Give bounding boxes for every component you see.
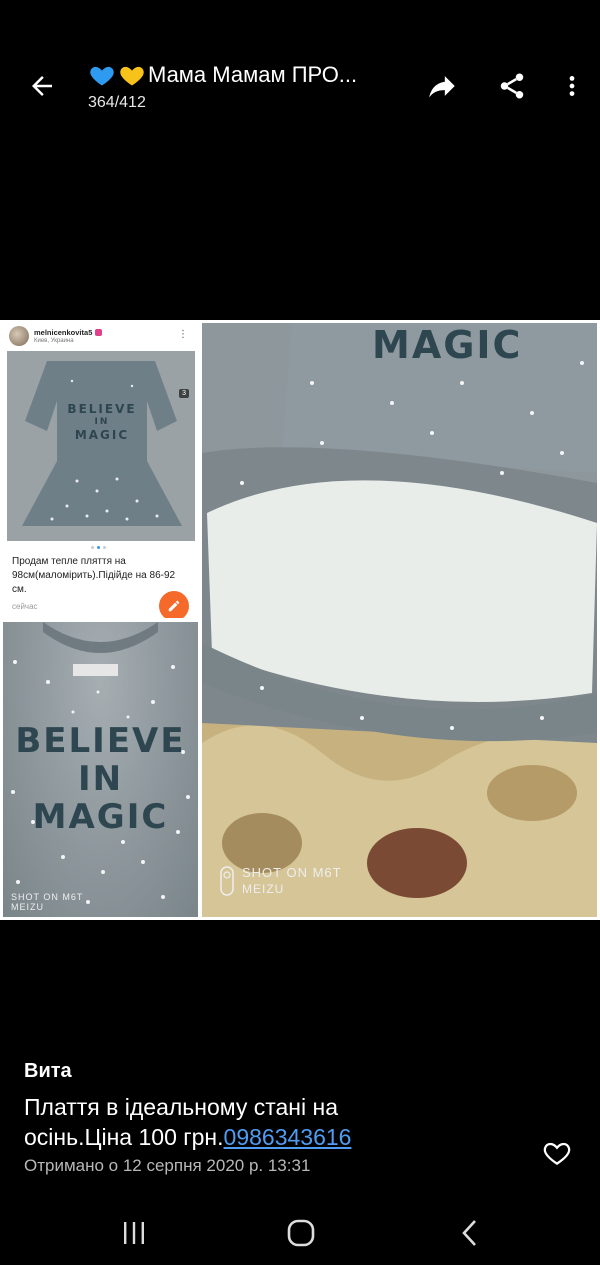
insta-photo: BELIEVE IN MAGIC 3 (7, 351, 195, 541)
shirt-photo: BELIEVE IN MAGIC SHOT ON M6T MEIZU (3, 622, 198, 917)
conversation-title-block[interactable]: Мама Мамам ПРО... 364/412 (88, 58, 408, 112)
share-icon (500, 73, 524, 99)
small-watermark: SHOT ON M6T MEIZU (11, 892, 84, 912)
insta-username: melnicenkovita5 (34, 327, 93, 337)
more-options-button[interactable] (548, 62, 596, 110)
blue-heart-icon (90, 66, 114, 86)
dress-photo-art (7, 351, 195, 541)
shirt-print-text: BELIEVE IN MAGIC (15, 721, 186, 837)
edit-fab (159, 591, 189, 618)
avatar (9, 326, 29, 346)
dress-print-text: MAGIC (372, 323, 523, 367)
insta-location: Киев, Украина (34, 337, 74, 344)
media-counter: 364/412 (88, 94, 146, 111)
home-button[interactable] (271, 1210, 331, 1256)
dress-lining-photo: MAGIC SHOT ON M6T MEIZU (202, 323, 597, 917)
message-text: Плаття в ідеальному стані на осінь.Ціна … (24, 1092, 444, 1152)
top-bar: Мама Мамам ПРО... 364/412 (0, 0, 600, 160)
insta-time: сейчас (12, 602, 38, 611)
pencil-icon (168, 600, 180, 612)
more-vert-icon: ⋮ (178, 329, 188, 340)
share-button[interactable] (488, 62, 536, 110)
conversation-title: Мама Мамам ПРО... (148, 62, 358, 87)
shared-image[interactable]: melnicenkovita5 Киев, Украина ⋮ BELIEVE … (0, 320, 600, 920)
dress-art (202, 323, 597, 917)
yellow-heart-icon (120, 66, 144, 86)
carousel-dots (91, 546, 106, 549)
photo-count-badge: 3 (179, 389, 189, 398)
heart-outline-icon (543, 1142, 571, 1165)
arrow-back-icon (32, 76, 52, 96)
forward-icon (429, 76, 455, 98)
home-icon (287, 1219, 315, 1247)
more-vert-icon (569, 76, 575, 96)
badge-icon (95, 329, 103, 337)
received-timestamp: Отримано о 12 серпня 2020 р. 13:31 (24, 1156, 311, 1175)
back-button[interactable] (18, 62, 66, 110)
nav-back-button[interactable] (440, 1210, 500, 1256)
forward-button[interactable] (418, 62, 466, 110)
camera-watermark: SHOT ON M6T MEIZU (220, 865, 342, 897)
recent-apps-button[interactable] (104, 1210, 164, 1256)
recent-apps-icon (124, 1222, 144, 1244)
insta-caption: Продам тепле пляття на 98см(маломірить).… (12, 556, 176, 595)
like-button[interactable] (536, 1132, 578, 1174)
insta-print-text: BELIEVE IN MAGIC (67, 402, 137, 442)
instagram-post-screenshot: melnicenkovita5 Киев, Украина ⋮ BELIEVE … (3, 323, 198, 618)
sender-name: Вита (24, 1060, 72, 1082)
system-navigation-bar (0, 1200, 600, 1265)
camera-lens-icon (220, 866, 234, 896)
chevron-left-icon (462, 1220, 476, 1246)
phone-link[interactable]: 0986343616 (224, 1124, 352, 1150)
